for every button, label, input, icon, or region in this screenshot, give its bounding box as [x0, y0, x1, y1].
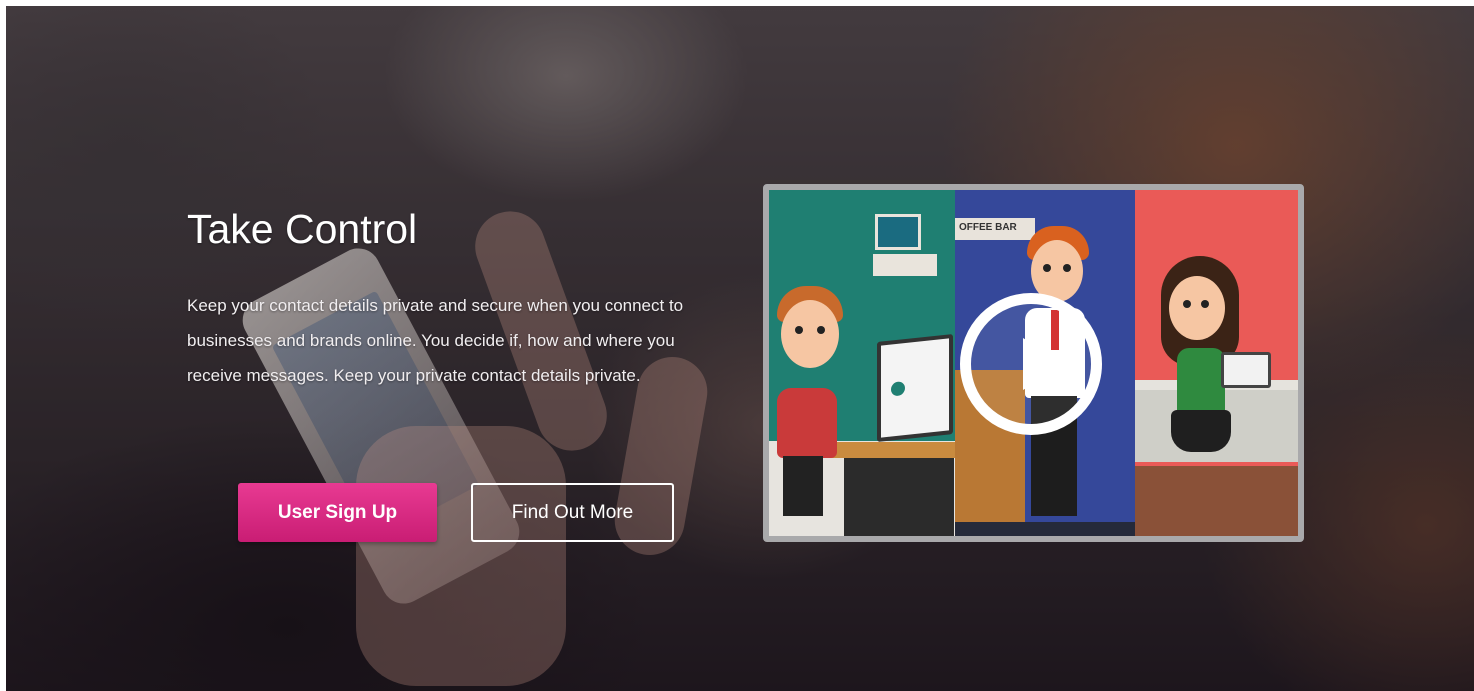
- coffee-bar-sign: OFFEE BAR: [955, 218, 1035, 240]
- hero-headline: Take Control: [187, 206, 418, 252]
- character-legs: [783, 456, 823, 516]
- find-out-more-button[interactable]: Find Out More: [471, 483, 674, 542]
- desk-front: [844, 458, 954, 536]
- hero-description: Keep your contact details private and se…: [187, 296, 684, 385]
- video-thumbnail[interactable]: OFFEE BAR: [763, 184, 1304, 542]
- character-body: [1177, 348, 1225, 418]
- coffee-floor: [955, 522, 1135, 536]
- computer-monitor: [877, 334, 953, 442]
- play-triangle: [1023, 338, 1067, 390]
- hero-section: Take Control Keep your contact details p…: [6, 6, 1474, 691]
- eye: [1043, 264, 1051, 272]
- desk: [829, 442, 955, 458]
- eye: [817, 326, 825, 334]
- tablet: [1221, 352, 1271, 388]
- character-head: [1169, 276, 1225, 340]
- logo-icon: [891, 381, 905, 397]
- eye: [1063, 264, 1071, 272]
- video-panel-living-room: [1135, 190, 1298, 536]
- wall-picture: [875, 214, 921, 250]
- character-skirt: [1171, 410, 1231, 452]
- video-panel-office: [769, 190, 955, 536]
- play-icon[interactable]: [960, 293, 1102, 435]
- eye: [795, 326, 803, 334]
- character-head: [781, 300, 839, 368]
- user-sign-up-button[interactable]: User Sign Up: [238, 483, 437, 542]
- character-body: [777, 388, 837, 458]
- eye: [1183, 300, 1191, 308]
- hero-content: Take Control Keep your contact details p…: [6, 6, 1474, 691]
- coffee-bar-sign-text: OFFEE BAR: [959, 222, 1017, 233]
- living-room-floor: [1135, 466, 1298, 536]
- wall-pictures: [873, 254, 937, 276]
- eye: [1201, 300, 1209, 308]
